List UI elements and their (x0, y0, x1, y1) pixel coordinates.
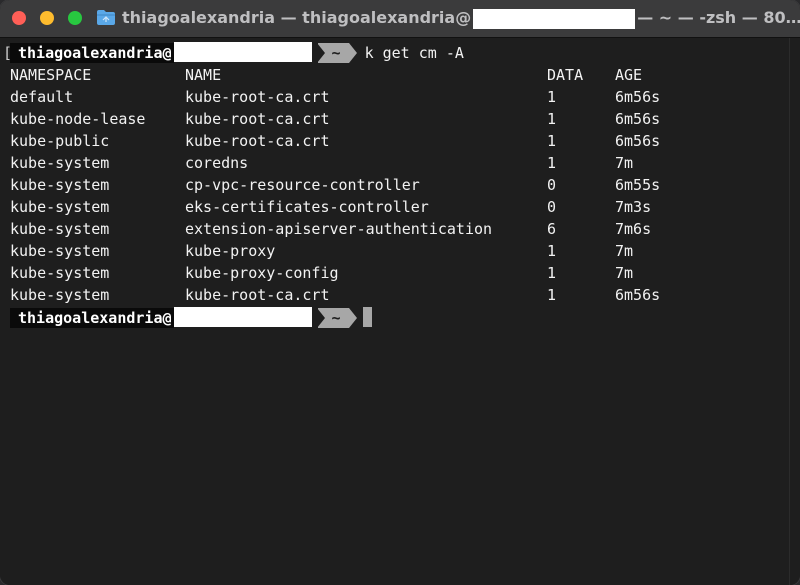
cell-namespace: kube-system (10, 264, 110, 282)
table-header: NAMESPACE NAME DATA AGE (10, 64, 710, 86)
header-namespace: NAMESPACE (10, 66, 92, 84)
table-row: kube-node-lease kube-root-ca.crt 1 6m56s (10, 108, 710, 130)
cell-namespace: kube-public (10, 132, 110, 150)
cell-data: 0 (547, 198, 557, 216)
header-data: DATA (547, 66, 584, 84)
cell-namespace: default (10, 88, 74, 106)
cell-data: 1 (547, 132, 557, 150)
header-name: NAME (185, 66, 222, 84)
cell-namespace: kube-node-lease (10, 110, 146, 128)
folder-icon (97, 10, 115, 25)
title-prefix: thiagoalexandria — thiagoalexandria@ (122, 8, 472, 27)
current-prompt-line: thiagoalexandria@ ~ (10, 307, 372, 329)
cell-data: 1 (547, 264, 557, 282)
table-row: kube-system kube-proxy 1 7m (10, 240, 710, 262)
cell-data: 1 (547, 242, 557, 260)
table-row: kube-system extension-apiserver-authenti… (10, 218, 710, 240)
cell-age: 6m56s (615, 110, 661, 128)
prompt-directory: ~ (316, 308, 357, 328)
redacted-host (173, 307, 312, 327)
header-age: AGE (615, 66, 643, 84)
cell-age: 6m55s (615, 176, 661, 194)
cell-data: 1 (547, 88, 557, 106)
cell-namespace: kube-system (10, 286, 110, 304)
terminal-window: thiagoalexandria — thiagoalexandria@ — ~ … (0, 0, 800, 585)
cell-name: kube-root-ca.crt (185, 286, 330, 304)
scrollbar[interactable] (789, 38, 800, 585)
title-suffix: — ~ — -zsh — 80… (637, 8, 800, 27)
cell-namespace: kube-system (10, 198, 110, 216)
table-row: kube-public kube-root-ca.crt 1 6m56s (10, 130, 710, 152)
cell-name: kube-root-ca.crt (185, 132, 330, 150)
maximize-button[interactable] (68, 11, 82, 25)
cell-data: 1 (547, 286, 557, 304)
cell-age: 7m (615, 154, 634, 172)
command-line: thiagoalexandria@ ~ k get cm -A (10, 42, 464, 64)
prompt-user: thiagoalexandria@ (10, 43, 174, 63)
minimize-button[interactable] (40, 11, 54, 25)
table-row: kube-system kube-root-ca.crt 1 6m56s (10, 284, 710, 306)
cell-data: 6 (547, 220, 557, 238)
cell-name: eks-certificates-controller (185, 198, 429, 216)
redacted-host (173, 42, 312, 62)
title-bar[interactable]: thiagoalexandria — thiagoalexandria@ — ~ … (0, 0, 800, 38)
cell-name: extension-apiserver-authentication (185, 220, 493, 238)
text-cursor[interactable] (362, 307, 372, 327)
close-button[interactable] (12, 11, 26, 25)
cell-name: kube-proxy (185, 242, 276, 260)
cell-age: 7m3s (615, 198, 652, 216)
cell-age: 7m6s (615, 220, 652, 238)
cell-namespace: kube-system (10, 242, 110, 260)
window-title: thiagoalexandria — thiagoalexandria@ — ~ … (122, 7, 800, 29)
redacted-host (473, 8, 636, 29)
cell-namespace: kube-system (10, 154, 110, 172)
table-row: kube-system kube-proxy-config 1 7m (10, 262, 710, 284)
cell-name: kube-root-ca.crt (185, 110, 330, 128)
prompt-directory: ~ (316, 43, 357, 63)
terminal-output[interactable]: [ thiagoalexandria@ ~ k get cm -A NAMESPAC… (0, 38, 790, 585)
table-row: default kube-root-ca.crt 1 6m56s (10, 86, 710, 108)
cell-name: kube-proxy-config (185, 264, 339, 282)
cell-age: 6m56s (615, 286, 661, 304)
cell-namespace: kube-system (10, 176, 110, 194)
prompt-user: thiagoalexandria@ (10, 308, 174, 328)
table-row: kube-system coredns 1 7m (10, 152, 710, 174)
table-row: kube-system cp-vpc-resource-controller 0… (10, 174, 710, 196)
cell-age: 6m56s (615, 132, 661, 150)
cell-data: 1 (547, 110, 557, 128)
cell-name: cp-vpc-resource-controller (185, 176, 420, 194)
cell-namespace: kube-system (10, 220, 110, 238)
cell-data: 1 (547, 154, 557, 172)
cell-name: coredns (185, 154, 249, 172)
command-text: k get cm -A (364, 44, 464, 62)
cell-age: 7m (615, 264, 634, 282)
cell-age: 6m56s (615, 88, 661, 106)
table-row: kube-system eks-certificates-controller … (10, 196, 710, 218)
cell-data: 0 (547, 176, 557, 194)
cell-name: kube-root-ca.crt (185, 88, 330, 106)
cell-age: 7m (615, 242, 634, 260)
